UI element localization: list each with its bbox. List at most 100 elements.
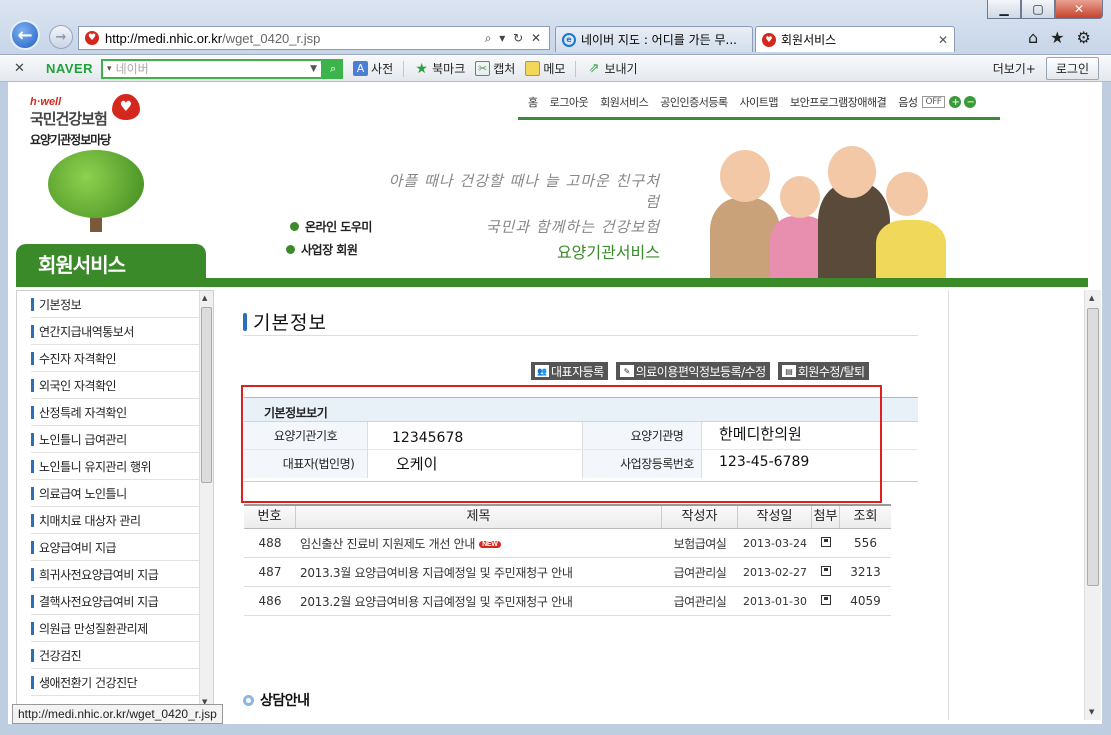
online-helper-link[interactable]: 온라인 도우미	[290, 218, 372, 235]
menu-item-special-case[interactable]: 산정특례 자격확인	[31, 399, 201, 426]
business-member-link[interactable]: 사업장 회원	[286, 241, 372, 258]
address-bar[interactable]: ♥ http://medi.nhic.or.kr/wget_0420_r.jsp…	[78, 26, 550, 50]
forward-button[interactable]: →	[49, 25, 73, 49]
nav-home[interactable]: 홈	[528, 94, 538, 110]
naver-login-button[interactable]: 로그인	[1045, 57, 1099, 80]
menu-item-health-checkup[interactable]: 건강검진	[31, 642, 201, 669]
menu-item-denture-maintenance[interactable]: 노인틀니 유지관리 행위	[31, 453, 201, 480]
person-body	[876, 220, 946, 278]
menu-item-medicaid-denture[interactable]: 의료급여 노인틀니	[31, 480, 201, 507]
scroll-thumb[interactable]	[201, 307, 212, 483]
gear-icon[interactable]: ⚙	[1077, 28, 1091, 47]
col-author: 작성자	[662, 506, 738, 528]
menu-item-benefit-payment[interactable]: 요양급여비 지급	[31, 534, 201, 561]
address-controls-icon[interactable]: ⌕ ▾ ↻ ✕	[485, 31, 543, 46]
menu-item-patient-eligibility[interactable]: 수진자 자격확인	[31, 345, 201, 372]
person-face	[720, 150, 770, 202]
slogan-line-3: 요양기관서비스	[556, 243, 660, 262]
menu-item-annual-payment[interactable]: 연간지급내역통보서	[31, 318, 201, 345]
online-helper-label: 온라인 도우미	[305, 220, 372, 234]
menu-item-basic-info[interactable]: 기본정보	[31, 291, 201, 318]
nav-logout[interactable]: 로그아웃	[550, 94, 589, 110]
scroll-thumb[interactable]	[1087, 308, 1099, 586]
menu-item-foreigner-eligibility[interactable]: 외국인 자격확인	[31, 372, 201, 399]
nav-security-troubleshoot[interactable]: 보안프로그램장애해결	[790, 94, 887, 110]
header-side-links: 온라인 도우미 사업장 회원	[286, 218, 372, 264]
tab-label: 회원서비스	[781, 33, 837, 47]
favorites-star-icon[interactable]: ★	[1050, 28, 1064, 47]
table-row: 487 2013.3월 요양급여비용 지급예정일 및 주민재청구 안내 급여관리…	[244, 558, 891, 587]
bookmark-button[interactable]: ★ 북마크	[414, 60, 465, 77]
menu-item-chronic-care[interactable]: 의원급 만성질환관리제	[31, 615, 201, 642]
floppy-disk-icon[interactable]	[821, 566, 831, 576]
naver-search-input[interactable]: ▾ 네이버 ▼	[101, 58, 324, 79]
row-title-link[interactable]: 2013.3월 요양급여비용 지급예정일 및 주민재청구 안내	[296, 564, 662, 581]
search-placeholder: 네이버	[115, 62, 149, 76]
attachment-cell[interactable]	[812, 594, 840, 608]
attachment-cell[interactable]	[812, 536, 840, 550]
search-button[interactable]: ⌕	[323, 58, 344, 79]
page-scrollbar[interactable]: ▲ ▼	[1084, 290, 1101, 720]
title-divider	[243, 335, 918, 336]
left-menu-scrollbar[interactable]: ▲ ▼	[199, 291, 213, 707]
more-button[interactable]: 더보기+	[993, 60, 1036, 77]
member-edit-withdraw-button[interactable]: ▤ 회원수정/탈퇴	[777, 362, 869, 380]
minimize-button[interactable]: ▁	[987, 0, 1021, 19]
chevron-down-icon[interactable]: ▾	[107, 64, 112, 74]
site-favicon-icon: ♥	[762, 32, 776, 47]
voice-toggle[interactable]: OFF	[921, 96, 946, 108]
dropdown-arrow-icon[interactable]: ▼	[310, 64, 317, 74]
row-author: 급여관리실	[673, 594, 727, 609]
capture-button[interactable]: ✂ 캡처	[475, 60, 515, 77]
tab-member-service[interactable]: ♥ 회원서비스 ✕	[755, 26, 955, 52]
row-title-link[interactable]: 임신출산 진료비 지원제도 개선 안내 NEW	[296, 535, 662, 552]
scroll-up-icon[interactable]: ▲	[1089, 294, 1094, 302]
memo-label: 메모	[543, 62, 566, 76]
medical-info-register-button[interactable]: ✎ 의료이용편익정보등록/수정	[615, 362, 770, 380]
home-icon[interactable]: ⌂	[1028, 28, 1038, 47]
logo-name: 국민건강보험	[30, 110, 108, 128]
menu-item-denture-benefit[interactable]: 노인틀니 급여관리	[31, 426, 201, 453]
address-url[interactable]: http://medi.nhic.or.kr/wget_0420_r.jsp	[105, 31, 485, 46]
nav-certificate-register[interactable]: 공인인증서등록	[660, 94, 728, 110]
page-title-text: 기본정보	[253, 312, 327, 334]
row-title-link[interactable]: 2013.2월 요양급여비용 지급예정일 및 주민재청구 안내	[296, 593, 662, 610]
memo-button[interactable]: 메모	[525, 60, 565, 77]
dictionary-button[interactable]: A 사전	[353, 60, 393, 77]
send-button[interactable]: ⇗ 보내기	[586, 60, 638, 77]
scroll-up-icon[interactable]: ▲	[202, 294, 207, 302]
table-row: 488 임신출산 진료비 지원제도 개선 안내 NEW 보험급여실 2013-03…	[244, 529, 891, 558]
tab-naver-map[interactable]: e 네이버 지도 : 어디를 가든 무...	[555, 26, 753, 52]
floppy-disk-icon[interactable]	[821, 537, 831, 547]
window-frame-right	[1102, 82, 1111, 735]
close-window-button[interactable]: ✕	[1055, 0, 1103, 19]
consultation-title: 상담안내	[260, 693, 310, 709]
header-green-bar	[16, 278, 1088, 287]
close-tab-icon[interactable]: ✕	[938, 33, 948, 47]
register-representative-button[interactable]: 👥 대표자등록	[531, 362, 608, 380]
dictionary-label: 사전	[371, 62, 394, 76]
attachment-cell[interactable]	[812, 565, 840, 579]
col-attachment: 첨부	[812, 506, 840, 528]
zoom-out-icon[interactable]: −	[964, 96, 977, 108]
menu-item-rare-disease[interactable]: 희귀사전요양급여비 지급	[31, 561, 201, 588]
nav-sitemap[interactable]: 사이트맵	[740, 94, 779, 110]
back-button[interactable]: ←	[10, 20, 40, 50]
person-face	[780, 176, 820, 218]
person-face	[828, 146, 876, 198]
zoom-in-icon[interactable]: +	[949, 96, 962, 108]
button-label: 대표자등록	[551, 364, 604, 379]
nav-member-service[interactable]: 회원서비스	[600, 94, 649, 110]
naver-logo[interactable]: NAVER	[46, 61, 93, 76]
forward-arrow-icon: →	[55, 29, 67, 45]
close-toolbar-icon[interactable]: ✕	[14, 61, 28, 76]
nhis-logo[interactable]: h·well 국민건강보험 요양기관정보마당	[30, 96, 111, 148]
people-icon: 👥	[535, 365, 549, 377]
floppy-disk-icon[interactable]	[821, 595, 831, 605]
menu-item-dementia[interactable]: 치매치료 대상자 관리	[31, 507, 201, 534]
maximize-button[interactable]: ▢	[1021, 0, 1055, 19]
menu-item-tuberculosis[interactable]: 결핵사전요양급여비 지급	[31, 588, 201, 615]
back-arrow-icon: ←	[17, 24, 33, 46]
menu-item-lifecycle-checkup[interactable]: 생애전환기 건강진단	[31, 669, 201, 696]
scroll-down-icon[interactable]: ▼	[1089, 708, 1094, 716]
